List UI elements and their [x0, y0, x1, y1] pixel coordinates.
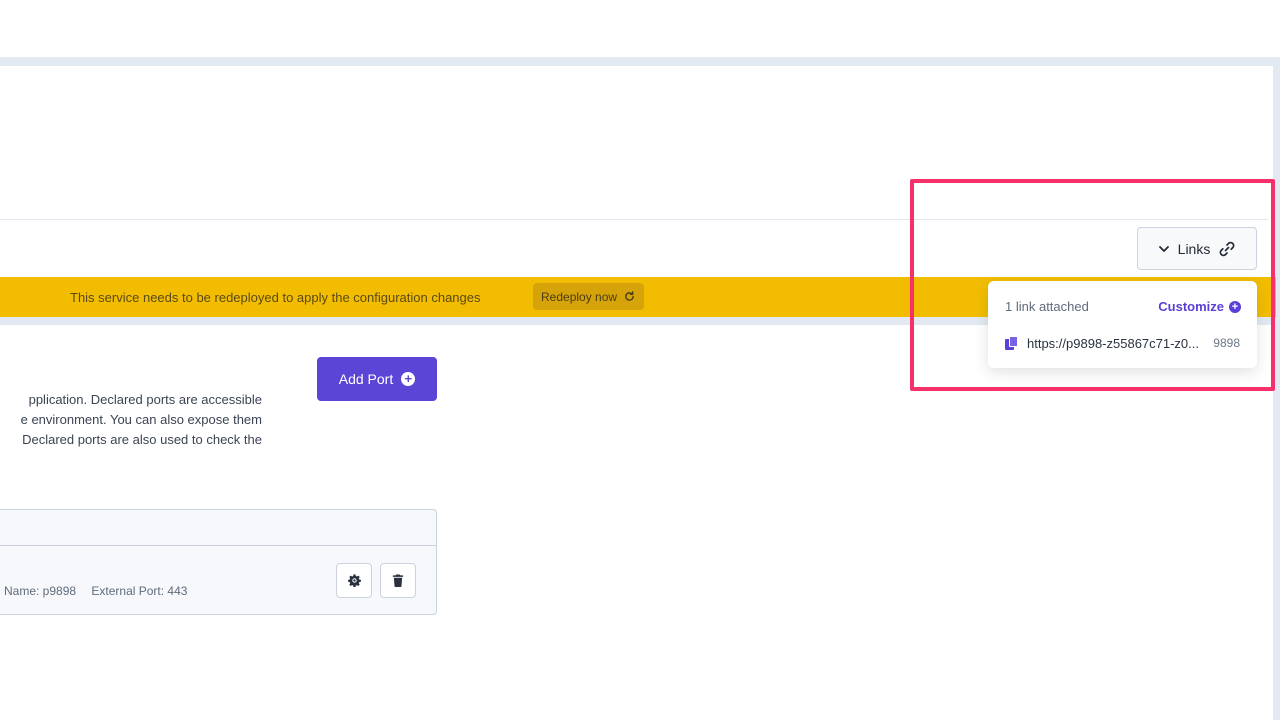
port-settings-button[interactable] [336, 563, 372, 598]
links-button-label: Links [1177, 240, 1211, 257]
plus-circle-icon: + [1229, 300, 1241, 313]
links-button[interactable]: Links [1137, 227, 1257, 270]
links-count: 1 link attached [1005, 299, 1089, 314]
chevron-down-icon [1158, 245, 1169, 252]
customize-link[interactable]: Customize + [1158, 299, 1241, 314]
customize-label: Customize [1158, 299, 1224, 314]
port-row-meta: Name: p9898 External Port: 443 [4, 584, 187, 598]
banner-message: This service needs to be redeployed to a… [70, 290, 481, 305]
port-external: External Port: 443 [91, 584, 188, 598]
ports-table-header [0, 510, 436, 546]
link-url[interactable]: https://p9898-z55867c71-z0... [1027, 336, 1213, 351]
gear-icon [347, 574, 361, 587]
add-port-label: Add Port [338, 371, 394, 387]
ports-description: pplication. Declared ports are accessibl… [0, 390, 262, 450]
link-icon [1219, 241, 1235, 256]
port-name: Name: p9898 [4, 584, 77, 598]
ports-table: Name: p9898 External Port: 443 [0, 509, 437, 615]
plus-circle-icon: + [401, 372, 416, 386]
redeploy-now-button[interactable]: Redeploy now [533, 283, 644, 310]
page-right-band [1273, 57, 1280, 720]
description-line: Declared ports are also used to check th… [22, 432, 262, 447]
description-line: pplication. Declared ports are accessibl… [28, 392, 262, 407]
refresh-icon [625, 291, 634, 301]
page-top-band [0, 57, 1280, 66]
trash-icon [392, 574, 404, 587]
links-popover: 1 link attached Customize + https://p989… [988, 281, 1257, 368]
link-row: https://p9898-z55867c71-z0... 9898 [1005, 334, 1240, 352]
port-delete-button[interactable] [380, 563, 416, 598]
description-line: e environment. You can also expose them [20, 412, 262, 427]
redeploy-now-label: Redeploy now [541, 289, 618, 304]
copy-icon[interactable] [1005, 336, 1019, 350]
link-port: 9898 [1213, 336, 1240, 350]
header-divider [0, 219, 1268, 220]
add-port-button[interactable]: Add Port + [317, 357, 437, 401]
